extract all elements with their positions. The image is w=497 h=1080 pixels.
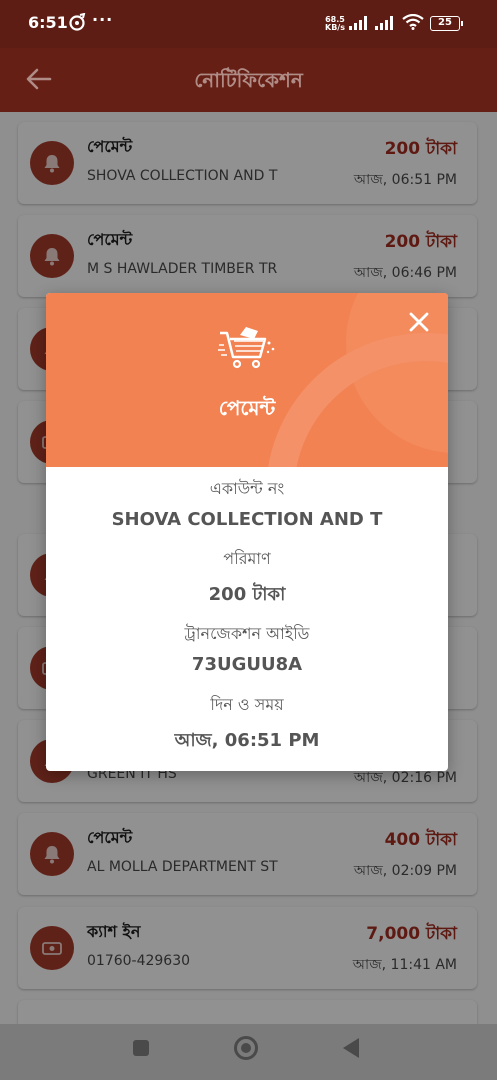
avatar xyxy=(30,141,74,185)
datetime-label: দিন ও সময় xyxy=(210,695,284,714)
notification-subtitle: 01760-429630 xyxy=(87,953,191,969)
notification-subtitle: M S HAWLADER TIMBER TR xyxy=(87,261,278,277)
account-value: SHOVA COLLECTION AND T xyxy=(111,509,383,530)
status-time: 6:51 xyxy=(28,13,68,32)
bell-icon xyxy=(44,248,60,266)
notification-amount: 7,000 টাকা xyxy=(366,924,457,944)
network-speed: 68.5 KB/s xyxy=(325,15,345,32)
payment-detail-dialog: পেমেন্ট একাউন্ট নং SHOVA COLLECTION AND … xyxy=(46,293,448,771)
cash-icon xyxy=(42,942,62,955)
notification-subtitle: AL MOLLA DEPARTMENT ST xyxy=(87,859,278,875)
notification-title: পেমেন্ট xyxy=(87,828,133,847)
recents-icon[interactable] xyxy=(133,1040,149,1056)
wifi-icon xyxy=(402,14,424,30)
transaction-id-value: 73UGUU8A xyxy=(191,654,303,675)
notification-time: আজ, 06:51 PM xyxy=(353,172,457,188)
notification-time: আজ, 11:41 AM xyxy=(352,957,457,973)
dialog-header: পেমেন্ট xyxy=(46,293,448,467)
amount-value: 200 টাকা xyxy=(208,584,286,605)
notification-item[interactable]: ক্যাশ ইন 01760-429630 7,000 টাকা আজ, 11:… xyxy=(18,907,477,989)
notification-item[interactable]: পেমেন্ট SHOVA COLLECTION AND T 200 টাকা … xyxy=(18,122,477,204)
notification-title: পেমেন্ট xyxy=(87,137,133,156)
dialog-title: পেমেন্ট xyxy=(218,396,276,420)
notification-amount: 400 টাকা xyxy=(384,830,457,850)
bell-icon xyxy=(44,846,60,864)
status-bar: 6:51 ··· 68.5 KB/s 25 xyxy=(0,0,497,48)
system-nav-bar xyxy=(0,1024,497,1080)
notification-item[interactable]: পেমেন্ট AL MOLLA DEPARTMENT ST 400 টাকা … xyxy=(18,813,477,895)
avatar xyxy=(30,832,74,876)
avatar xyxy=(30,926,74,970)
more-status-icon: ··· xyxy=(92,10,114,29)
datetime-value: আজ, 06:51 PM xyxy=(174,730,320,751)
notification-app-icon xyxy=(69,13,86,31)
bell-icon xyxy=(44,155,60,173)
notification-time: আজ, 02:09 PM xyxy=(353,863,457,879)
battery-icon: 25 xyxy=(430,16,463,31)
notification-title: ক্যাশ ইন xyxy=(87,922,141,941)
avatar xyxy=(30,234,74,278)
signal-icon-2 xyxy=(375,16,393,30)
shopping-cart-icon xyxy=(218,327,275,369)
page-title: নোটিফিকেশন xyxy=(194,68,303,92)
notification-item[interactable] xyxy=(18,1000,477,1024)
notification-item[interactable]: পেমেন্ট M S HAWLADER TIMBER TR 200 টাকা … xyxy=(18,215,477,297)
notification-subtitle: SHOVA COLLECTION AND T xyxy=(87,168,278,184)
home-icon[interactable] xyxy=(234,1036,258,1060)
app-bar: নোটিফিকেশন xyxy=(0,48,497,112)
notification-amount: 200 টাকা xyxy=(384,232,457,252)
signal-icon xyxy=(349,16,367,30)
account-label: একাউন্ট নং xyxy=(209,479,285,498)
amount-label: পরিমাণ xyxy=(223,549,271,568)
back-triangle-icon[interactable] xyxy=(343,1038,359,1058)
notification-amount: 200 টাকা xyxy=(384,139,457,159)
close-icon[interactable] xyxy=(408,311,430,333)
transaction-id-label: ট্রানজেকশন আইডি xyxy=(184,624,310,643)
notification-title: পেমেন্ট xyxy=(87,230,133,249)
notification-time: আজ, 06:46 PM xyxy=(353,265,457,281)
